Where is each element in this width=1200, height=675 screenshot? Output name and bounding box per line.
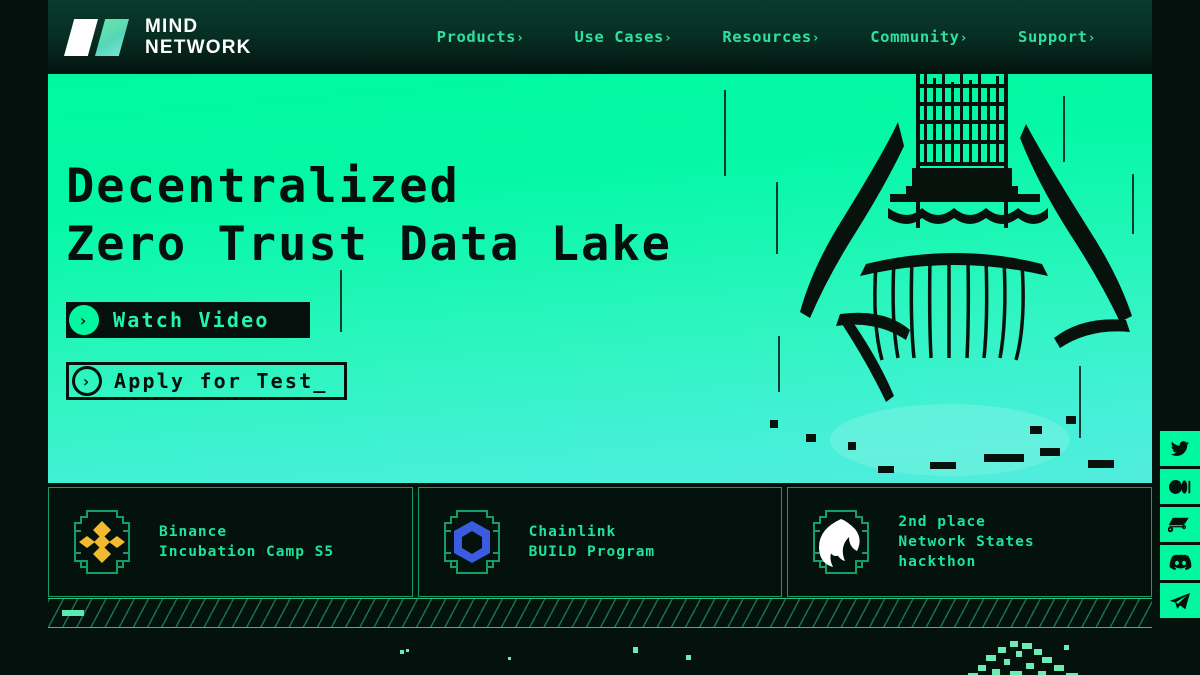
medium-icon	[1169, 479, 1191, 494]
star-dot	[406, 649, 409, 652]
social-discord-button[interactable]	[1160, 545, 1200, 580]
nav-label-use-cases: Use Cases	[574, 28, 664, 46]
card-chainlink[interactable]: Chainlink BUILD Program	[417, 487, 783, 597]
chainlink-logo-icon	[435, 505, 509, 579]
chevron-right-icon: ›	[663, 31, 673, 46]
telegram-icon	[1169, 592, 1190, 609]
social-medium-button[interactable]	[1160, 469, 1200, 504]
logo-shape-right	[95, 19, 129, 56]
chevron-right-icon: ›	[1087, 31, 1096, 46]
achievement-cards: Binance Incubation Camp S5 Chainlink BUI…	[48, 487, 1153, 597]
social-rail	[1160, 431, 1200, 618]
nav-label-community: Community	[870, 28, 960, 46]
twitter-icon	[1170, 440, 1190, 456]
card-network-states-line2: Network States	[898, 534, 1035, 550]
card-binance-line2: Incubation Camp S5	[159, 544, 335, 560]
nav-label-support: Support	[1018, 28, 1088, 46]
apply-for-test-label: Apply for Test_	[114, 369, 328, 393]
social-mirror-button[interactable]	[1160, 507, 1200, 542]
diagonal-stripe-band	[48, 598, 1152, 628]
social-telegram-button[interactable]	[1160, 583, 1200, 618]
play-chevron-icon: ›	[72, 366, 102, 396]
star-dot	[686, 655, 691, 660]
card-binance[interactable]: Binance Incubation Camp S5	[48, 487, 413, 597]
star-dot	[633, 647, 638, 653]
mirror-icon	[1168, 517, 1189, 532]
card-network-states-text: 2nd place Network States hackthon	[898, 512, 1034, 572]
flame-badge-icon	[804, 505, 878, 579]
nav-item-resources[interactable]: Resources›	[722, 28, 820, 46]
hero-headline-line2: Zero Trust Data Lake	[66, 217, 672, 272]
card-network-states[interactable]: 2nd place Network States hackthon	[787, 487, 1153, 597]
chainlink-hexagon-glyph	[453, 521, 490, 563]
main-navigation: Products› Use Cases› Resources› Communit…	[437, 28, 1096, 46]
rain-tick	[724, 90, 726, 176]
social-twitter-button[interactable]	[1160, 431, 1200, 466]
hero-headline-line1: Decentralized	[66, 159, 460, 214]
logo-shape-left	[64, 19, 98, 56]
apply-for-test-button[interactable]: › Apply for Test_	[66, 362, 347, 400]
card-binance-line1: Binance	[159, 524, 228, 540]
star-dot	[400, 650, 404, 654]
card-chainlink-line1: Chainlink	[528, 524, 617, 540]
brand-name-line1: MIND	[145, 16, 199, 37]
bottom-starfield-section	[48, 629, 1152, 675]
nav-label-products: Products	[436, 28, 517, 46]
hero-banner: Decentralized Zero Trust Data Lake › Wat…	[48, 74, 1152, 483]
card-network-states-line1: 2nd place	[898, 514, 986, 530]
nav-item-use-cases[interactable]: Use Cases›	[575, 28, 673, 46]
watch-video-button[interactable]: › Watch Video	[66, 302, 310, 338]
nav-label-resources: Resources	[722, 28, 812, 46]
hero-content: Decentralized Zero Trust Data Lake › Wat…	[66, 158, 672, 400]
rocket-launch-illustration	[770, 74, 1132, 476]
play-chevron-icon: ›	[69, 305, 99, 335]
card-binance-text: Binance Incubation Camp S5	[159, 522, 334, 562]
card-chainlink-text: Chainlink BUILD Program	[529, 522, 656, 562]
chevron-right-icon: ›	[959, 31, 969, 46]
scroll-indicator-dash[interactable]	[62, 610, 84, 616]
chevron-right-icon: ›	[811, 31, 821, 46]
brand-name-line2: NETWORK	[145, 37, 252, 58]
pixel-planet-dome	[968, 641, 1078, 675]
card-network-states-line3: hackthon	[898, 554, 977, 570]
site-header: MIND NETWORK Products› Use Cases› Resour…	[48, 0, 1152, 74]
nav-item-community[interactable]: Community›	[870, 28, 968, 46]
brand-logo[interactable]: MIND NETWORK	[64, 15, 252, 59]
mind-network-logo-icon	[64, 15, 132, 59]
binance-diamond-glyph	[79, 521, 125, 563]
binance-logo-icon	[65, 505, 139, 579]
watch-video-label: Watch Video	[113, 308, 270, 332]
flame-glyph	[819, 519, 860, 567]
card-chainlink-line2: BUILD Program	[528, 544, 656, 560]
discord-icon	[1169, 554, 1191, 570]
nav-item-support[interactable]: Support›	[1018, 28, 1096, 46]
star-dot	[508, 657, 511, 660]
page-root: MIND NETWORK Products› Use Cases› Resour…	[0, 0, 1200, 675]
nav-item-products[interactable]: Products›	[437, 28, 525, 46]
chevron-right-icon: ›	[516, 31, 525, 46]
brand-name: MIND NETWORK	[145, 16, 252, 58]
hero-actions: › Watch Video › Apply for Test_	[66, 302, 672, 400]
